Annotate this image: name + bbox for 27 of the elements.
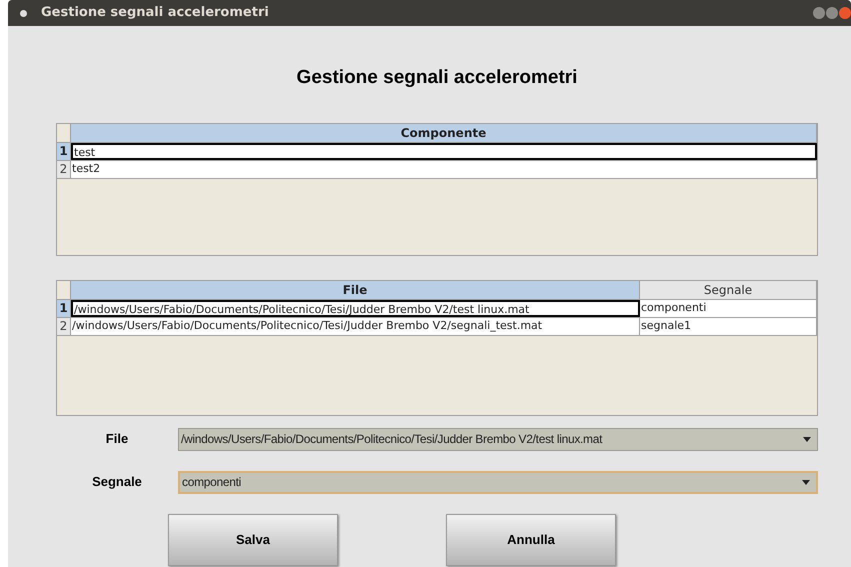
heading: Gestione segnali accelerometri	[296, 66, 578, 90]
table-cell[interactable]: segnale1	[640, 318, 817, 334]
table-cell[interactable]: /windows/Users/Fabio/Documents/Politecnico/Tesi/Judder Brembo V2/test linux.mat	[71, 300, 640, 316]
table-cell[interactable]: test	[71, 142, 817, 160]
app-icon	[20, 10, 27, 16]
table-cell[interactable]: componenti	[640, 300, 817, 316]
maximize-icon[interactable]	[826, 7, 838, 19]
close-icon[interactable]	[839, 7, 851, 19]
minimize-icon[interactable]	[813, 7, 825, 19]
dropdown-arrow-icon	[802, 480, 810, 484]
field-label: Segnale	[91, 473, 143, 492]
dropdown-arrow-icon	[803, 436, 811, 442]
dialog-button[interactable]: Annulla	[446, 514, 616, 566]
column-header[interactable]: File	[71, 280, 640, 298]
window-title: Gestione segnali accelerometri	[41, 4, 269, 22]
column-header[interactable]: Segnale	[640, 280, 817, 298]
row-number: 1	[57, 300, 71, 316]
table-cell[interactable]: test2	[71, 160, 817, 178]
row-number: 2	[57, 318, 71, 334]
dialog-button[interactable]: Salva	[168, 514, 338, 566]
field-label: File	[104, 430, 130, 448]
dropdown[interactable]: componenti	[178, 470, 818, 494]
row-number: 2	[57, 160, 71, 178]
row-number: 1	[57, 142, 71, 160]
dropdown[interactable]: /windows/Users/Fabio/Documents/Politecnico/Tesi/Judder Brembo V2/test linux.mat	[178, 428, 818, 450]
column-header[interactable]: Componente	[71, 124, 817, 142]
table-cell[interactable]: /windows/Users/Fabio/Documents/Politecnico/Tesi/Judder Brembo V2/segnali_test.mat	[71, 318, 640, 334]
